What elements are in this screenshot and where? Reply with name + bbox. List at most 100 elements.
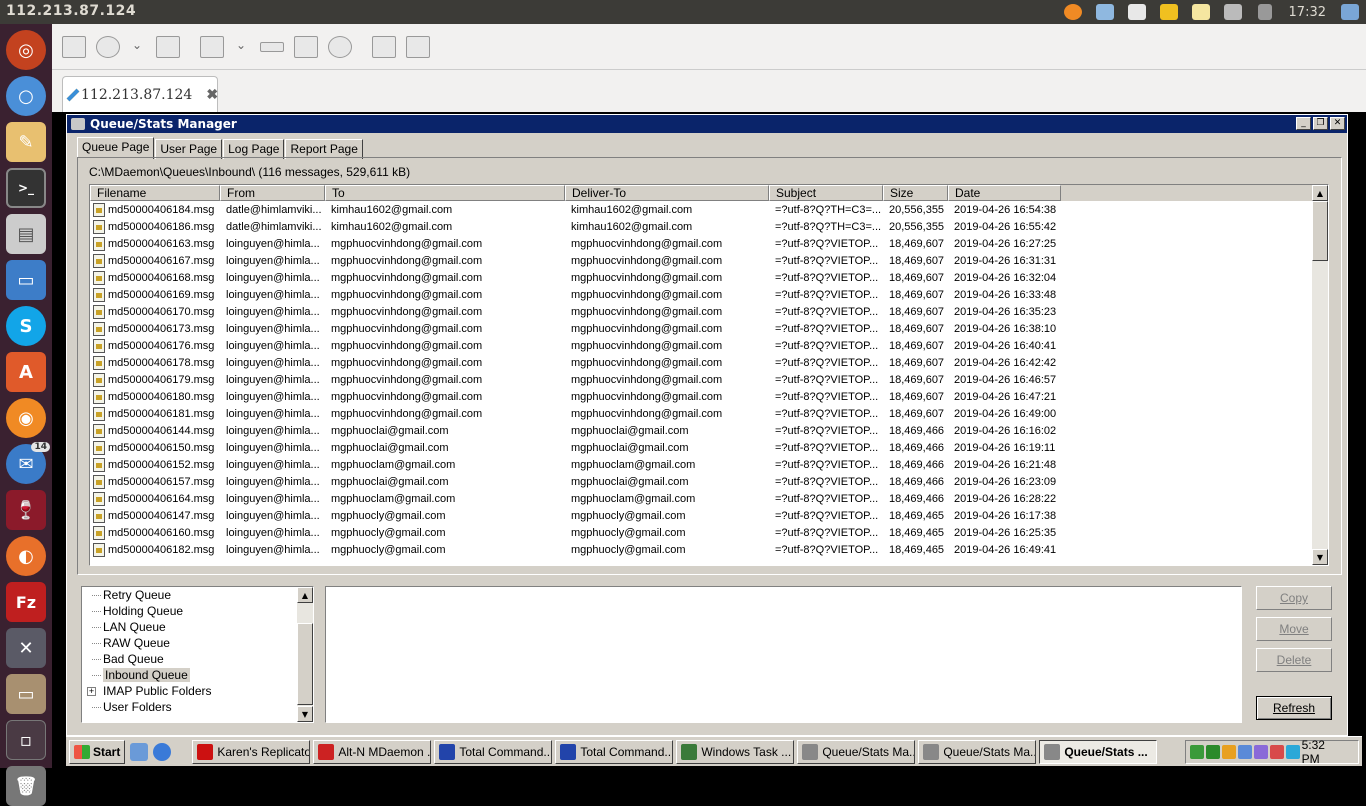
- minimize-button[interactable]: _: [1296, 117, 1311, 130]
- screenshot-icon[interactable]: [294, 36, 318, 58]
- table-row[interactable]: md50000406184.msg datle@himlamviki... kimh…: [90, 201, 1328, 218]
- delete-button[interactable]: Delete: [1256, 648, 1332, 672]
- message-list[interactable]: Filename From To Deliver-To Subject Size…: [89, 184, 1329, 566]
- tree-item[interactable]: Bad Queue: [82, 651, 313, 667]
- table-row[interactable]: md50000406147.msg loinguyen@himla... mgphu…: [90, 507, 1328, 524]
- column-from[interactable]: From: [220, 185, 325, 201]
- fullscreen-icon[interactable]: [62, 36, 86, 58]
- tab-queue-page[interactable]: Queue Page: [77, 137, 155, 159]
- sync-tray-icon[interactable]: [1285, 744, 1300, 759]
- apps-grid-icon[interactable]: [1153, 0, 1185, 24]
- chevron-down-icon[interactable]: ⌄: [236, 38, 246, 52]
- table-row[interactable]: md50000406167.msg loinguyen@himla... mgphu…: [90, 252, 1328, 269]
- table-row[interactable]: md50000406182.msg loinguyen@himla... mgphu…: [90, 541, 1328, 558]
- disconnect-icon[interactable]: [406, 36, 430, 58]
- scroll-down-arrow-icon[interactable]: ▼: [1312, 549, 1328, 565]
- queue-tree[interactable]: Retry Queue Holding Queue LAN Queue RAW Que…: [81, 586, 314, 723]
- chrome-icon[interactable]: ○: [6, 76, 46, 116]
- mdaemon-tray-icon[interactable]: [1221, 744, 1236, 759]
- scroll-thumb[interactable]: [297, 623, 313, 705]
- workspace-icon[interactable]: ▫: [6, 720, 46, 760]
- column-deliver-to[interactable]: Deliver-To: [565, 185, 769, 201]
- table-row[interactable]: md50000406179.msg loinguyen@himla... mgphu…: [90, 371, 1328, 388]
- close-button[interactable]: ✕: [1330, 117, 1345, 130]
- taskbar-button[interactable]: Total Command...: [555, 739, 674, 764]
- remote-desktop-icon[interactable]: ▭: [6, 260, 46, 300]
- mail-icon[interactable]: [1185, 0, 1217, 24]
- alert-tray-icon[interactable]: [1269, 744, 1284, 759]
- table-row[interactable]: md50000406169.msg loinguyen@himla... mgphu…: [90, 286, 1328, 303]
- table-row[interactable]: md50000406181.msg loinguyen@himla... mgphu…: [90, 405, 1328, 422]
- scroll-thumb[interactable]: [1312, 201, 1328, 261]
- minimize-icon[interactable]: [372, 36, 396, 58]
- table-row[interactable]: md50000406180.msg loinguyen@himla... mgphu…: [90, 388, 1328, 405]
- internet-explorer-icon[interactable]: [153, 742, 172, 761]
- tab-report-page[interactable]: Report Page: [285, 139, 363, 159]
- keyboard-icon[interactable]: [260, 42, 284, 52]
- message-detail-pane[interactable]: [325, 586, 1242, 723]
- tab-log-page[interactable]: Log Page: [223, 139, 285, 159]
- column-size[interactable]: Size: [883, 185, 948, 201]
- maximize-button[interactable]: ❐: [1313, 117, 1328, 130]
- folder-icon[interactable]: ▭: [6, 674, 46, 714]
- taskbar-button[interactable]: Alt-N MDaemon ...: [313, 739, 432, 764]
- burner-icon[interactable]: ◉: [6, 398, 46, 438]
- ubuntu-logo-icon[interactable]: ◎: [6, 30, 46, 70]
- tree-item[interactable]: Inbound Queue: [82, 667, 313, 683]
- network-icon[interactable]: [1190, 744, 1204, 759]
- security-tray-icon[interactable]: [1253, 744, 1268, 759]
- software-center-icon[interactable]: A: [6, 352, 46, 392]
- table-row[interactable]: md50000406186.msg datle@himlamviki... kimh…: [90, 218, 1328, 235]
- clipboard-icon[interactable]: [1217, 0, 1249, 24]
- tree-item[interactable]: Holding Queue: [82, 603, 313, 619]
- zoom-icon[interactable]: [200, 36, 224, 58]
- table-row[interactable]: md50000406164.msg loinguyen@himla... mgphu…: [90, 490, 1328, 507]
- table-row[interactable]: md50000406152.msg loinguyen@himla... mgphu…: [90, 456, 1328, 473]
- tree-item[interactable]: User Folders: [82, 699, 313, 715]
- table-row[interactable]: md50000406168.msg loinguyen@himla... mgphu…: [90, 269, 1328, 286]
- tree-item[interactable]: RAW Queue: [82, 635, 313, 651]
- scale-icon[interactable]: [96, 36, 120, 58]
- skype-icon[interactable]: S: [6, 306, 46, 346]
- column-subject[interactable]: Subject: [769, 185, 883, 201]
- scroll-up-arrow-icon[interactable]: ▲: [1312, 185, 1328, 201]
- filezilla-icon[interactable]: Fz: [6, 582, 46, 622]
- scroll-down-arrow-icon[interactable]: ▼: [297, 706, 313, 722]
- tree-item[interactable]: Retry Queue: [82, 587, 313, 603]
- clock[interactable]: 17:32: [1281, 5, 1334, 20]
- expand-icon[interactable]: +: [87, 687, 96, 696]
- table-row[interactable]: md50000406163.msg loinguyen@himla... mgphu…: [90, 235, 1328, 252]
- list-scrollbar[interactable]: ▲ ▼: [1312, 185, 1328, 565]
- taskbar-button[interactable]: Queue/Stats Ma...: [797, 739, 916, 764]
- table-row[interactable]: md50000406144.msg loinguyen@himla... mgphu…: [90, 422, 1328, 439]
- tree-scrollbar[interactable]: ▲ ▼: [297, 587, 313, 722]
- taskbar-button[interactable]: Karen's Replicator: [192, 739, 311, 764]
- firefox-icon[interactable]: ◐: [6, 536, 46, 576]
- taskbar-button[interactable]: Queue/Stats Ma...: [918, 739, 1037, 764]
- thunderbird-icon[interactable]: ✉ 14: [6, 442, 50, 484]
- computer-icon[interactable]: [1334, 0, 1366, 24]
- start-button[interactable]: Start: [69, 739, 126, 764]
- column-filename[interactable]: Filename: [90, 185, 220, 201]
- volume-icon[interactable]: [1249, 0, 1281, 24]
- flame-icon[interactable]: [1057, 0, 1089, 24]
- move-button[interactable]: Move: [1256, 617, 1332, 641]
- search-icon[interactable]: [1121, 0, 1153, 24]
- connection-tab[interactable]: 112.213.87.124 ✖: [62, 76, 218, 112]
- table-row[interactable]: md50000406150.msg loinguyen@himla... mgphu…: [90, 439, 1328, 456]
- network-icon[interactable]: [1089, 0, 1121, 24]
- column-date[interactable]: Date: [948, 185, 1061, 201]
- monitor-icon[interactable]: [1205, 744, 1220, 759]
- taskbar-button[interactable]: Windows Task ...: [676, 739, 795, 764]
- taskbar-clock[interactable]: 5:32 PM: [1302, 738, 1346, 766]
- table-row[interactable]: md50000406160.msg loinguyen@himla... mgphu…: [90, 524, 1328, 541]
- tab-user-page[interactable]: User Page: [155, 139, 223, 159]
- terminal-icon[interactable]: >_: [6, 168, 46, 208]
- taskbar-button[interactable]: Total Command...: [434, 739, 553, 764]
- preferences-icon[interactable]: [328, 36, 352, 58]
- refresh-button[interactable]: Refresh: [1256, 696, 1332, 720]
- tools-icon[interactable]: ✕: [6, 628, 46, 668]
- table-row[interactable]: md50000406173.msg loinguyen@himla... mgphu…: [90, 320, 1328, 337]
- windows-icon[interactable]: [156, 36, 180, 58]
- table-row[interactable]: md50000406178.msg loinguyen@himla... mgphu…: [90, 354, 1328, 371]
